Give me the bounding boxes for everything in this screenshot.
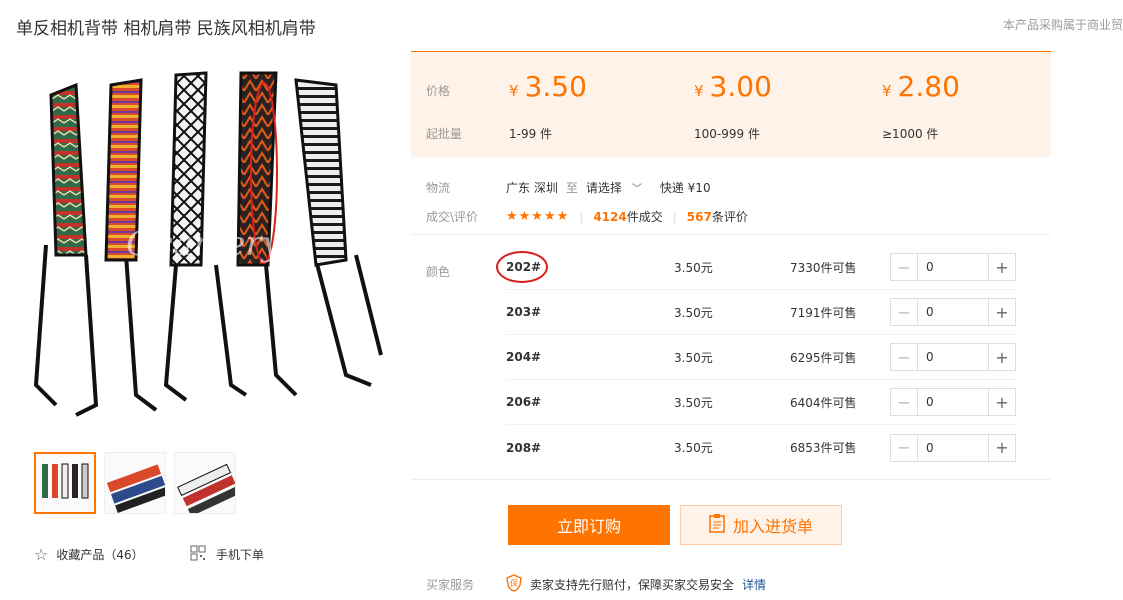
price-label: 价格 — [426, 84, 451, 98]
rating-stars: ★★★★★ — [506, 209, 570, 224]
clipboard-icon — [709, 513, 725, 537]
quantity-input[interactable]: 0 — [918, 344, 988, 370]
logistics-label: 物流 — [426, 181, 451, 195]
sku-stock: 6853件可售 — [790, 441, 857, 455]
price-tier-1: ¥3.50 1-99 件 — [509, 70, 587, 141]
tier-qty: 1-99 件 — [509, 127, 553, 141]
qty-label: 起批量 — [426, 127, 463, 141]
reviews-count[interactable]: 567条评价 — [687, 208, 748, 225]
plus-button[interactable]: + — [988, 299, 1015, 325]
sku-stock: 7191件可售 — [790, 305, 857, 320]
color-label: 颜色 — [426, 265, 451, 279]
sku-row: 204# 3.50元 6295件可售 − 0 + — [506, 335, 1016, 380]
service-text: 卖家支持先行赔付，保障买家交易安全 — [530, 578, 735, 592]
thumbnail-list — [34, 452, 236, 514]
quantity-input[interactable]: 0 — [918, 299, 988, 325]
order-panel: 价格 起批量 ¥3.50 1-99 件 ¥3.00 100-999 件 ¥2.8… — [411, 51, 1051, 592]
sku-selector: 颜色 202# 3.50元 7330件可售 − 0 + 203# 3.50元 7… — [411, 235, 1051, 480]
plus-button[interactable]: + — [988, 254, 1015, 280]
tier-price: 3.00 — [709, 70, 772, 103]
deals-count[interactable]: 4124件成交 — [593, 208, 662, 225]
sku-price: 3.50元 — [674, 395, 713, 410]
sku-row: 203# 3.50元 7191件可售 − 0 + — [506, 290, 1016, 335]
quantity-stepper: − 0 + — [890, 253, 1016, 281]
minus-button[interactable]: − — [891, 344, 918, 370]
thumbnail-1[interactable] — [34, 452, 96, 514]
product-title: 单反相机背带 相机肩带 民族风相机肩带 — [16, 19, 316, 39]
quantity-input[interactable]: 0 — [918, 254, 988, 280]
price-tier-2: ¥3.00 100-999 件 — [694, 70, 772, 141]
mobile-order[interactable]: 手机下单 — [190, 545, 264, 564]
sku-stock: 7330件可售 — [790, 260, 857, 275]
qr-code-icon — [190, 545, 206, 564]
star-outline-icon: ☆ — [34, 545, 49, 564]
service-details-link[interactable]: 详情 — [742, 576, 766, 593]
service-label: 买家服务 — [426, 578, 475, 592]
watermark-text: Ocamery — [126, 224, 282, 264]
add-to-cart-label: 加入进货单 — [732, 517, 813, 536]
sku-name: 204# — [506, 350, 542, 364]
ship-from: 广东 深圳 — [506, 181, 558, 195]
reviews-label: 成交\评价 — [426, 210, 479, 224]
svg-text:保: 保 — [510, 578, 518, 588]
tier-qty: 100-999 件 — [694, 127, 760, 141]
plus-button[interactable]: + — [988, 434, 1015, 461]
sku-stock: 6295件可售 — [790, 350, 857, 365]
tier-price: 2.80 — [897, 70, 960, 103]
add-to-cart-button[interactable]: 加入进货单 — [680, 505, 842, 545]
chevron-down-icon: ﹀ — [631, 184, 642, 195]
tier-price: 3.50 — [524, 70, 587, 103]
sku-row: 208# 3.50元 6853件可售 − 0 + — [506, 425, 1016, 470]
buyer-service: 买家服务 保 卖家支持先行赔付，保障买家交易安全 详情 — [426, 574, 766, 595]
action-buttons: 立即订购 加入进货单 — [508, 505, 842, 545]
sku-name: 208# — [506, 440, 542, 455]
logistics-reviews: 物流 广东 深圳 至 请选择 ﹀ 快递 ¥10 成交\评价 ★★★★★ | 41… — [411, 157, 1051, 235]
reviews-row: 成交\评价 ★★★★★ | 4124件成交 | 567条评价 — [426, 208, 748, 225]
minus-button[interactable]: − — [891, 434, 918, 461]
sku-price: 3.50元 — [674, 441, 713, 455]
buy-now-button[interactable]: 立即订购 — [508, 505, 670, 545]
highlight-circle — [496, 251, 548, 283]
favorite-product[interactable]: ☆ 收藏产品（46） — [34, 545, 144, 564]
sku-row: 202# 3.50元 7330件可售 − 0 + — [496, 245, 1016, 290]
price-box: 价格 起批量 ¥3.50 1-99 件 ¥3.00 100-999 件 ¥2.8… — [411, 51, 1051, 157]
sku-name: 203# — [506, 305, 542, 319]
quantity-stepper: − 0 + — [890, 298, 1016, 326]
thumbnail-2[interactable] — [104, 452, 166, 514]
quantity-stepper: − 0 + — [890, 343, 1016, 371]
sku-price: 3.50元 — [674, 260, 713, 275]
plus-button[interactable]: + — [988, 389, 1015, 415]
minus-button[interactable]: − — [891, 299, 918, 325]
express-fee: 快递 ¥10 — [659, 181, 711, 195]
thumbnail-3[interactable] — [174, 452, 236, 514]
sku-price: 3.50元 — [674, 350, 713, 365]
sku-row: 206# 3.50元 6404件可售 − 0 + — [506, 380, 1016, 425]
minus-button[interactable]: − — [891, 254, 918, 280]
commercial-notice: 本产品采购属于商业贸 — [1002, 18, 1123, 32]
to-word: 至 — [565, 181, 578, 195]
sku-price: 3.50元 — [674, 305, 713, 320]
quantity-stepper: − 0 + — [890, 388, 1016, 416]
quantity-input[interactable]: 0 — [918, 435, 988, 461]
logistics-row: 物流 广东 深圳 至 请选择 ﹀ 快递 ¥10 — [426, 179, 711, 196]
sku-name: 206# — [506, 395, 542, 409]
plus-button[interactable]: + — [988, 344, 1015, 370]
quantity-input[interactable]: 0 — [918, 389, 988, 415]
mobile-order-label: 手机下单 — [216, 548, 265, 562]
destination-select[interactable]: 请选择 ﹀ — [586, 179, 642, 196]
price-tier-3: ¥2.80 ≥1000 件 — [882, 70, 960, 141]
quantity-stepper: − 0 + — [890, 433, 1016, 462]
main-product-image[interactable]: Ocamery — [16, 55, 394, 435]
minus-button[interactable]: − — [891, 389, 918, 415]
guarantee-shield-icon: 保 — [506, 574, 522, 595]
sku-stock: 6404件可售 — [790, 395, 857, 410]
tier-qty: ≥1000 件 — [882, 127, 939, 141]
favorite-label: 收藏产品（46） — [56, 548, 144, 562]
